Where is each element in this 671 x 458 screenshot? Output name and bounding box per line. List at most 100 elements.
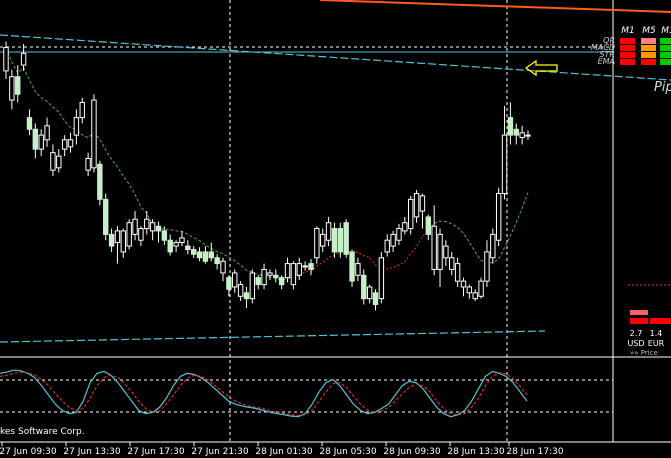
candle[interactable] — [337, 222, 344, 258]
candle[interactable] — [220, 257, 226, 282]
candle[interactable] — [454, 257, 461, 287]
candle-body — [378, 257, 385, 300]
candle[interactable] — [355, 257, 361, 282]
candle[interactable] — [396, 223, 402, 245]
candle[interactable] — [519, 125, 525, 145]
candle[interactable] — [208, 242, 214, 262]
candle[interactable] — [61, 135, 68, 157]
candle[interactable] — [507, 102, 514, 145]
candle[interactable] — [56, 149, 62, 173]
candle[interactable] — [237, 281, 244, 301]
candle[interactable] — [44, 117, 50, 147]
candle[interactable] — [384, 234, 390, 257]
candle[interactable] — [501, 105, 508, 200]
candle[interactable] — [97, 160, 103, 206]
candle-body — [161, 230, 168, 241]
candle[interactable] — [67, 132, 74, 153]
candle[interactable] — [343, 219, 349, 258]
candle[interactable] — [26, 109, 33, 136]
candle[interactable] — [413, 190, 420, 223]
candle[interactable] — [202, 246, 209, 264]
candle[interactable] — [243, 286, 250, 308]
status-cell — [660, 59, 671, 65]
candle[interactable] — [361, 269, 367, 305]
candle[interactable] — [390, 230, 396, 252]
candle-body — [320, 233, 326, 247]
candle[interactable] — [278, 275, 285, 290]
candle[interactable] — [513, 123, 519, 145]
candle[interactable] — [296, 257, 302, 280]
candle[interactable] — [302, 261, 308, 271]
candle[interactable] — [261, 263, 267, 290]
candle[interactable] — [378, 251, 385, 304]
candle[interactable] — [9, 69, 15, 110]
candle[interactable] — [173, 240, 179, 252]
candle[interactable] — [425, 214, 431, 241]
candle[interactable] — [490, 228, 496, 264]
candle[interactable] — [325, 216, 332, 247]
candle[interactable] — [437, 228, 443, 287]
candle[interactable] — [91, 94, 97, 173]
candle[interactable] — [478, 277, 484, 299]
candle[interactable] — [449, 251, 455, 276]
candle[interactable] — [196, 247, 203, 262]
status-cell — [660, 52, 671, 58]
candle[interactable] — [167, 234, 173, 256]
candle[interactable] — [232, 269, 238, 293]
candle[interactable] — [349, 249, 355, 287]
candle[interactable] — [149, 219, 156, 241]
candle[interactable] — [407, 195, 414, 235]
candle[interactable] — [190, 246, 197, 258]
candle[interactable] — [120, 228, 127, 258]
candle[interactable] — [525, 130, 531, 140]
candle[interactable] — [320, 228, 326, 252]
candle[interactable] — [431, 205, 437, 276]
candle[interactable] — [79, 97, 85, 124]
candle[interactable] — [290, 261, 297, 290]
candle[interactable] — [132, 211, 138, 241]
candle[interactable] — [419, 193, 426, 229]
stochastic-panel — [0, 369, 528, 418]
candle[interactable] — [267, 269, 273, 280]
candle[interactable] — [331, 222, 338, 258]
candle[interactable] — [32, 123, 39, 159]
candle[interactable] — [226, 275, 232, 297]
candle-body — [372, 292, 379, 305]
candle[interactable] — [443, 240, 449, 266]
candle[interactable] — [472, 289, 478, 301]
candle-body — [220, 260, 226, 274]
candle[interactable] — [249, 269, 256, 304]
candle[interactable] — [308, 258, 314, 276]
candle[interactable] — [155, 221, 162, 243]
candle[interactable] — [108, 228, 115, 252]
candle[interactable] — [366, 284, 373, 304]
candle[interactable] — [185, 240, 191, 255]
candle[interactable] — [20, 44, 27, 71]
candle[interactable] — [372, 289, 379, 311]
candle[interactable] — [402, 216, 408, 235]
candle[interactable] — [273, 269, 279, 283]
candle[interactable] — [314, 226, 320, 264]
candle[interactable] — [214, 254, 220, 270]
candle[interactable] — [85, 152, 91, 176]
candle[interactable] — [144, 211, 150, 235]
candle[interactable] — [179, 230, 185, 247]
candle[interactable] — [255, 275, 261, 290]
candle[interactable] — [466, 284, 473, 299]
candle[interactable] — [460, 277, 467, 297]
candle[interactable] — [126, 219, 132, 250]
candle[interactable] — [73, 109, 80, 145]
candle[interactable] — [138, 226, 144, 247]
candle[interactable] — [484, 240, 490, 287]
candle[interactable] — [3, 41, 9, 80]
candle[interactable] — [38, 129, 44, 157]
currency-label: EUR — [648, 339, 665, 348]
candle[interactable] — [495, 187, 502, 247]
candlestick-series[interactable] — [3, 41, 531, 311]
candle-body — [144, 218, 150, 230]
candle[interactable] — [50, 144, 56, 176]
candle[interactable] — [284, 257, 291, 283]
candle[interactable] — [114, 226, 121, 264]
candle[interactable] — [103, 193, 109, 241]
candle-body — [97, 163, 103, 200]
